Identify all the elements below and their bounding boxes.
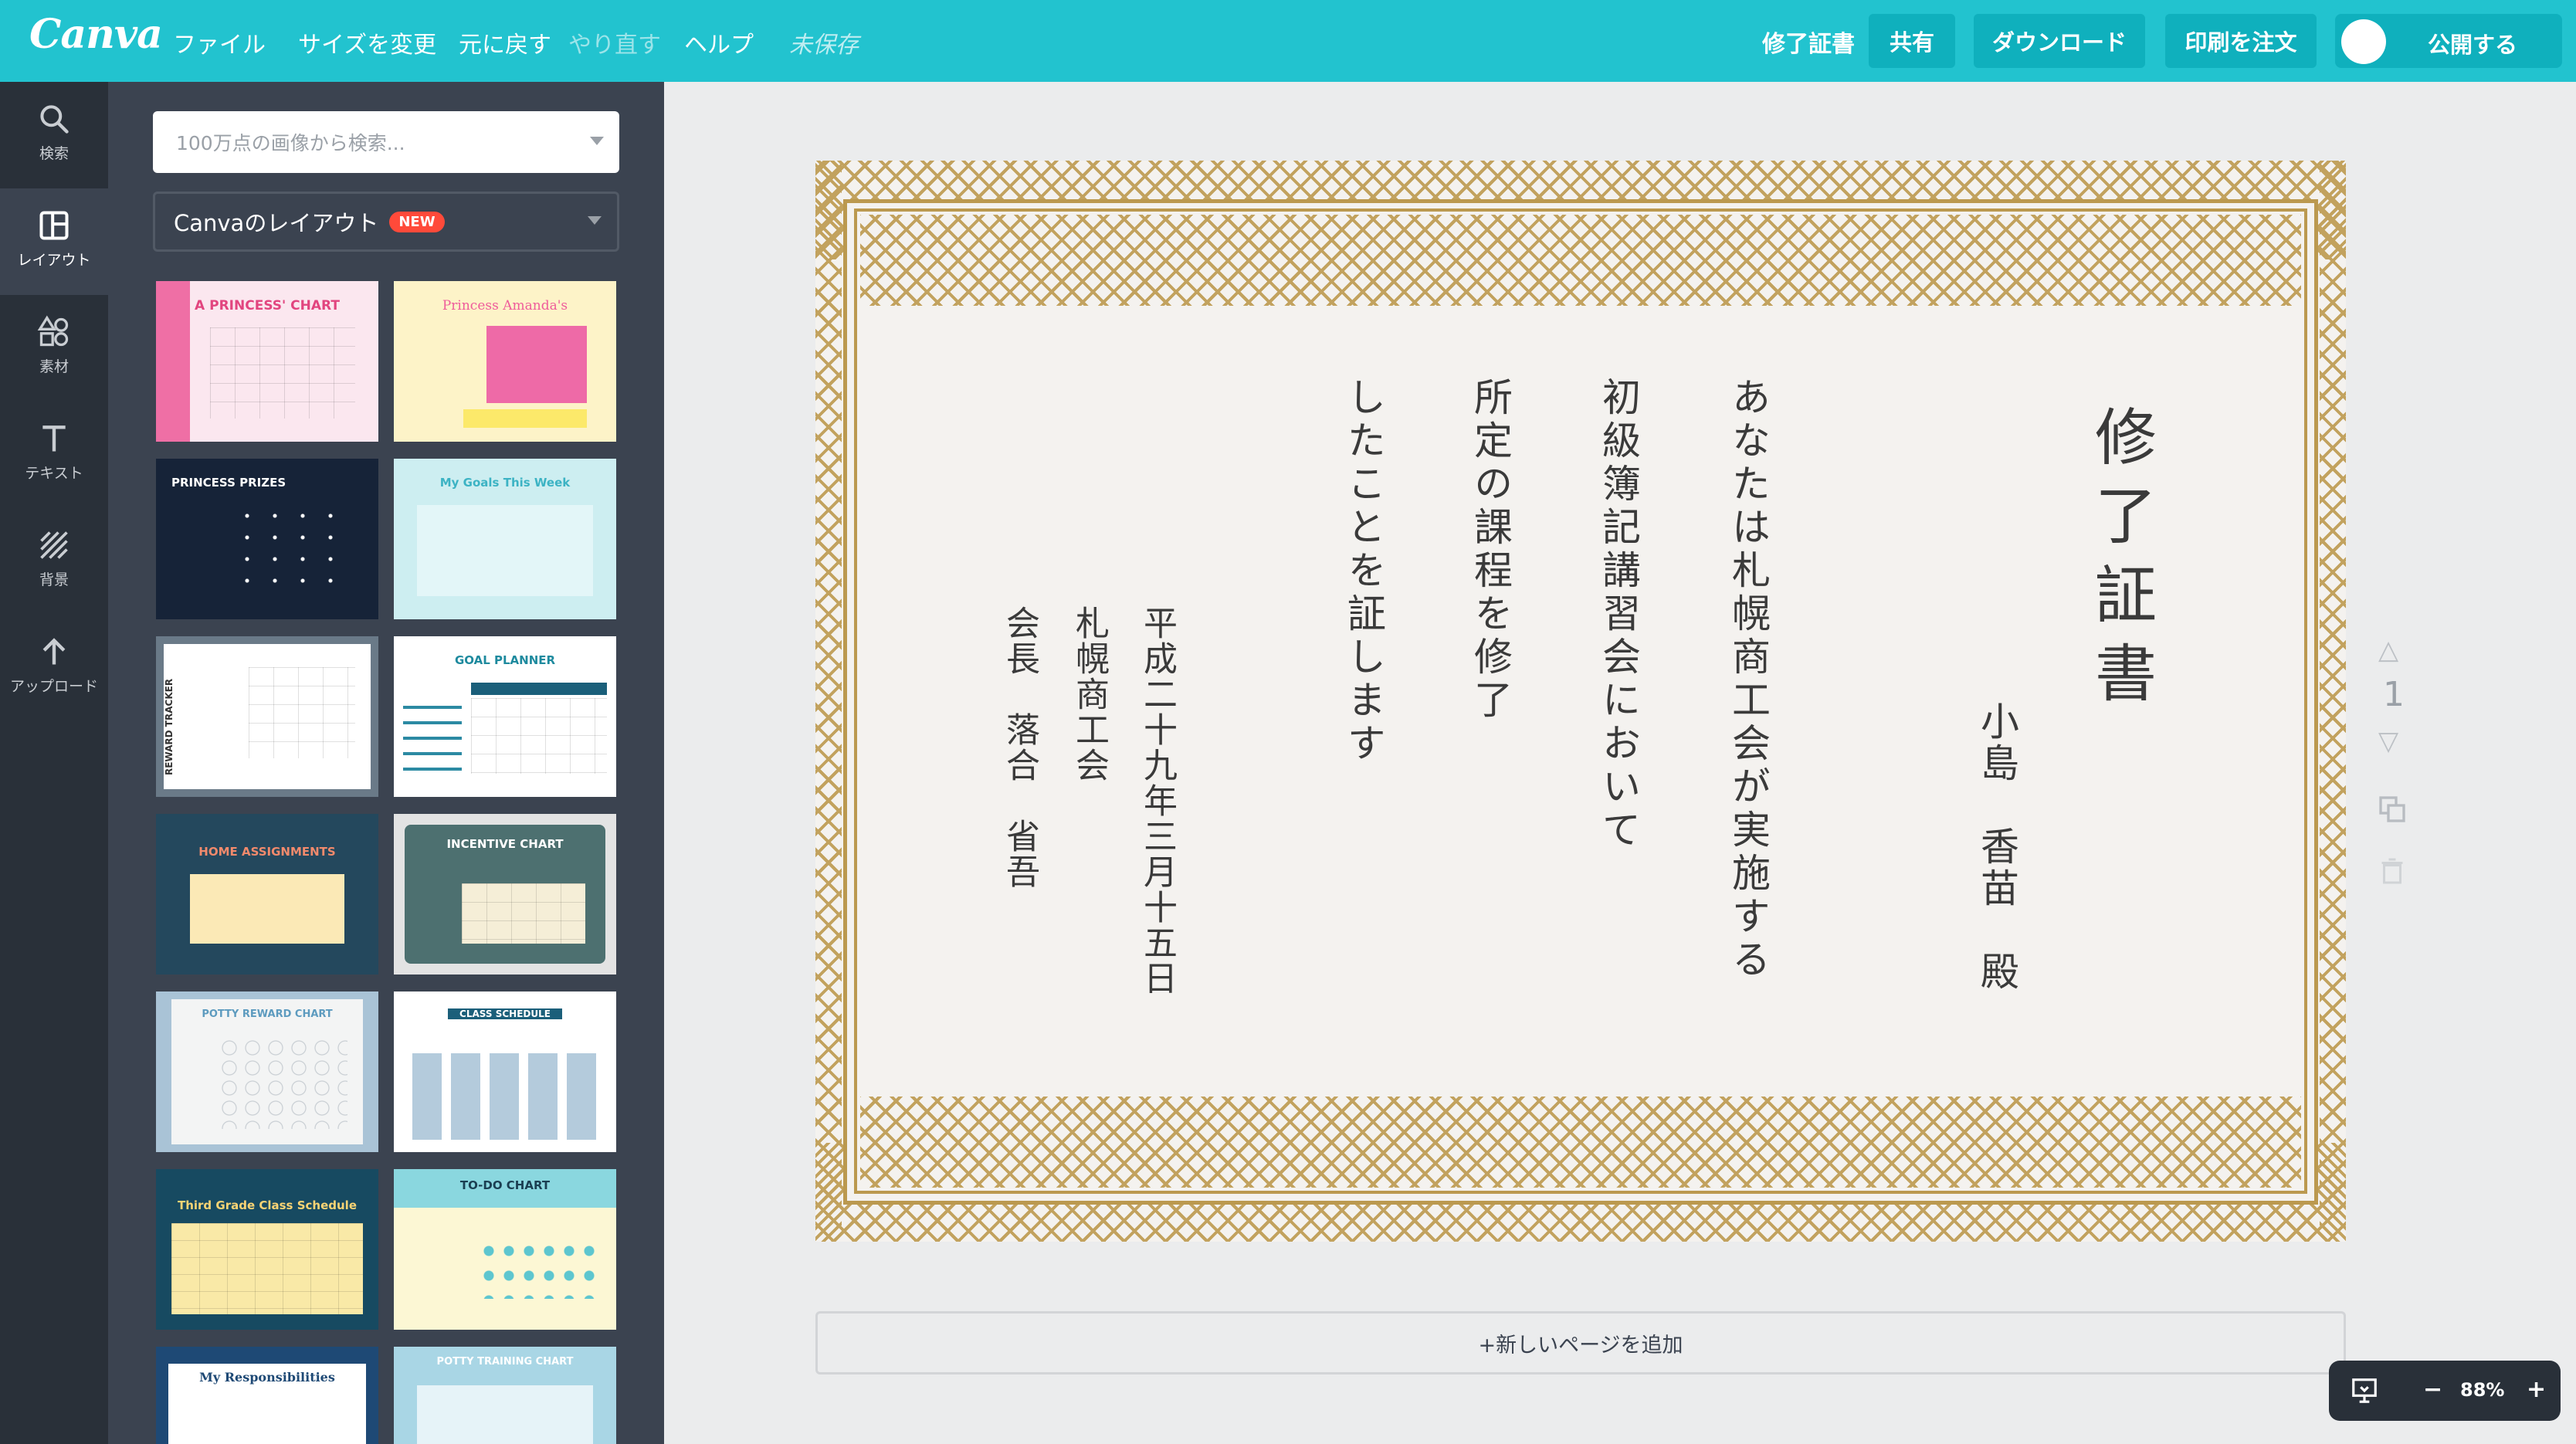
zoom-level[interactable]: 88% [2460,1379,2504,1401]
template-title: PRINCESS PRIZES [171,476,286,490]
template-thumb[interactable]: INCENTIVE CHART [394,814,616,975]
rail-upload-label: アップロード [9,678,98,695]
rail-elements[interactable]: 素材 [0,295,108,402]
template-thumb[interactable]: CLASS SCHEDULE [394,991,616,1152]
certificate-title[interactable]: 修了証書 [2076,405,2165,720]
rail-layouts-label: レイアウト [17,252,91,269]
menu-file[interactable]: ファイル [173,25,266,59]
inner-lattice-bottom [860,1097,2301,1188]
layouts-panel: 100万点の画像から検索... Canvaのレイアウト NEW A PRINCE… [108,82,664,1444]
template-thumb[interactable]: PRINCESS PRIZES [156,459,378,619]
recipient-name[interactable]: 小島 香苗 殿 [1969,701,2025,993]
rail-search[interactable]: 検索 [0,82,108,188]
menu-redo[interactable]: やり直す [568,25,661,59]
template-thumb[interactable]: A PRINCESS' CHART [156,281,378,442]
template-title: A PRINCESS' CHART [195,298,340,314]
publish-label: 公開する [2428,32,2518,58]
lattice-border-right [2320,161,2346,1242]
page-number: 1 [2383,675,2405,714]
rail-text[interactable]: テキスト [0,402,108,508]
template-title: My Goals This Week [439,476,571,490]
template-title: CLASS SCHEDULE [448,1008,562,1019]
duplicate-page-icon[interactable] [2377,794,2408,825]
template-title: POTTY TRAINING CHART [436,1356,574,1368]
template-title: My Responsibilities [199,1370,335,1385]
add-page-button[interactable]: +新しいページを追加 [815,1311,2346,1375]
rail-elements-label: 素材 [39,358,69,375]
shapes-icon [37,315,69,347]
new-badge: NEW [389,211,445,232]
upload-arrow-icon [42,638,66,665]
template-thumb[interactable]: Third Grade Class Schedule [156,1169,378,1330]
template-title: HOME ASSIGNMENTS [198,845,336,859]
rail-search-label: 検索 [39,145,69,162]
order-print-button[interactable]: 印刷を注文 [2165,14,2317,68]
rail-upload[interactable]: アップロード [0,615,108,721]
trash-icon[interactable] [2378,856,2406,886]
chevron-down-icon[interactable] [588,216,602,225]
publish-toggle[interactable]: 公開する [2335,14,2562,68]
zoom-out-button[interactable]: − [2423,1376,2442,1403]
chevron-down-icon[interactable]: ▽ [2378,726,2398,757]
certificate-page[interactable]: 修了証書 小島 香苗 殿 あなたは札幌商工会が実施する 初級簿記講習会において … [815,161,2346,1242]
zoom-in-button[interactable]: + [2527,1376,2546,1403]
template-thumb[interactable]: REWARD TRACKER [156,636,378,797]
template-thumb[interactable]: Princess Amanda's [394,281,616,442]
issue-date[interactable]: 平成二十九年三月十五日 [1132,605,1181,996]
template-title: Princess Amanda's [442,298,568,314]
template-title: INCENTIVE CHART [446,837,564,851]
layout-select-label: Canvaのレイアウト [174,210,379,236]
body-line-1[interactable]: あなたは札幌商工会が実施する [1720,377,1776,982]
body-line-3[interactable]: 所定の課程を修了 [1463,377,1518,723]
text-icon [42,425,66,452]
layout-source-select[interactable]: Canvaのレイアウト NEW [153,192,619,252]
left-rail: 検索 レイアウト 素材 テキスト 背景 アップロード [0,82,108,1444]
image-search-input[interactable]: 100万点の画像から検索... [153,111,619,173]
save-status: 未保存 [789,32,859,59]
toggle-knob [2341,19,2386,64]
template-thumb[interactable]: My Responsibilities [156,1347,378,1444]
present-icon[interactable] [2349,1376,2380,1405]
background-pattern-icon [40,531,68,559]
document-title[interactable]: 修了証書 [1762,25,1855,59]
rail-background[interactable]: 背景 [0,508,108,615]
template-title: REWARD TRACKER [164,678,175,775]
organization-name[interactable]: 札幌商工会 [1064,605,1113,783]
signatory-name[interactable]: 会長 落合 省吾 [995,605,1044,890]
layout-icon [39,211,69,240]
template-thumb[interactable]: POTTY TRAINING CHART [394,1347,616,1444]
template-title: Third Grade Class Schedule [177,1198,357,1212]
template-thumb[interactable]: TO-DO CHART [394,1169,616,1330]
canva-logo[interactable]: Canva [29,11,163,58]
chevron-up-icon[interactable]: △ [2378,635,2398,666]
add-page-label: +新しいページを追加 [1478,1333,1683,1358]
top-bar: Canva ファイル サイズを変更 元に戻す やり直す ヘルプ 未保存 修了証書… [0,0,2576,82]
chevron-down-icon[interactable] [590,137,604,145]
menu-help[interactable]: ヘルプ [684,25,754,59]
template-title: TO-DO CHART [459,1178,551,1192]
template-thumb[interactable]: POTTY REWARD CHART [156,991,378,1152]
search-icon [40,105,69,134]
body-line-4[interactable]: したことを証します [1336,377,1391,766]
template-title: POTTY REWARD CHART [202,1008,333,1020]
share-button[interactable]: 共有 [1869,14,1955,68]
inner-lattice-top [860,215,2301,306]
template-thumb[interactable]: HOME ASSIGNMENTS [156,814,378,975]
menu-resize[interactable]: サイズを変更 [298,25,436,59]
menu-undo[interactable]: 元に戻す [459,25,551,59]
template-thumb[interactable]: GOAL PLANNER [394,636,616,797]
zoom-controls: − 88% + [2329,1361,2561,1421]
template-thumb[interactable]: My Goals This Week [394,459,616,619]
template-title: GOAL PLANNER [454,653,556,667]
rail-layouts[interactable]: レイアウト [0,188,108,295]
body-line-2[interactable]: 初級簿記講習会において [1591,377,1646,853]
lattice-border-left [815,161,842,1242]
download-button[interactable]: ダウンロード [1974,14,2145,68]
search-placeholder: 100万点の画像から検索... [176,132,405,154]
rail-text-label: テキスト [25,465,83,482]
rail-background-label: 背景 [39,571,69,588]
